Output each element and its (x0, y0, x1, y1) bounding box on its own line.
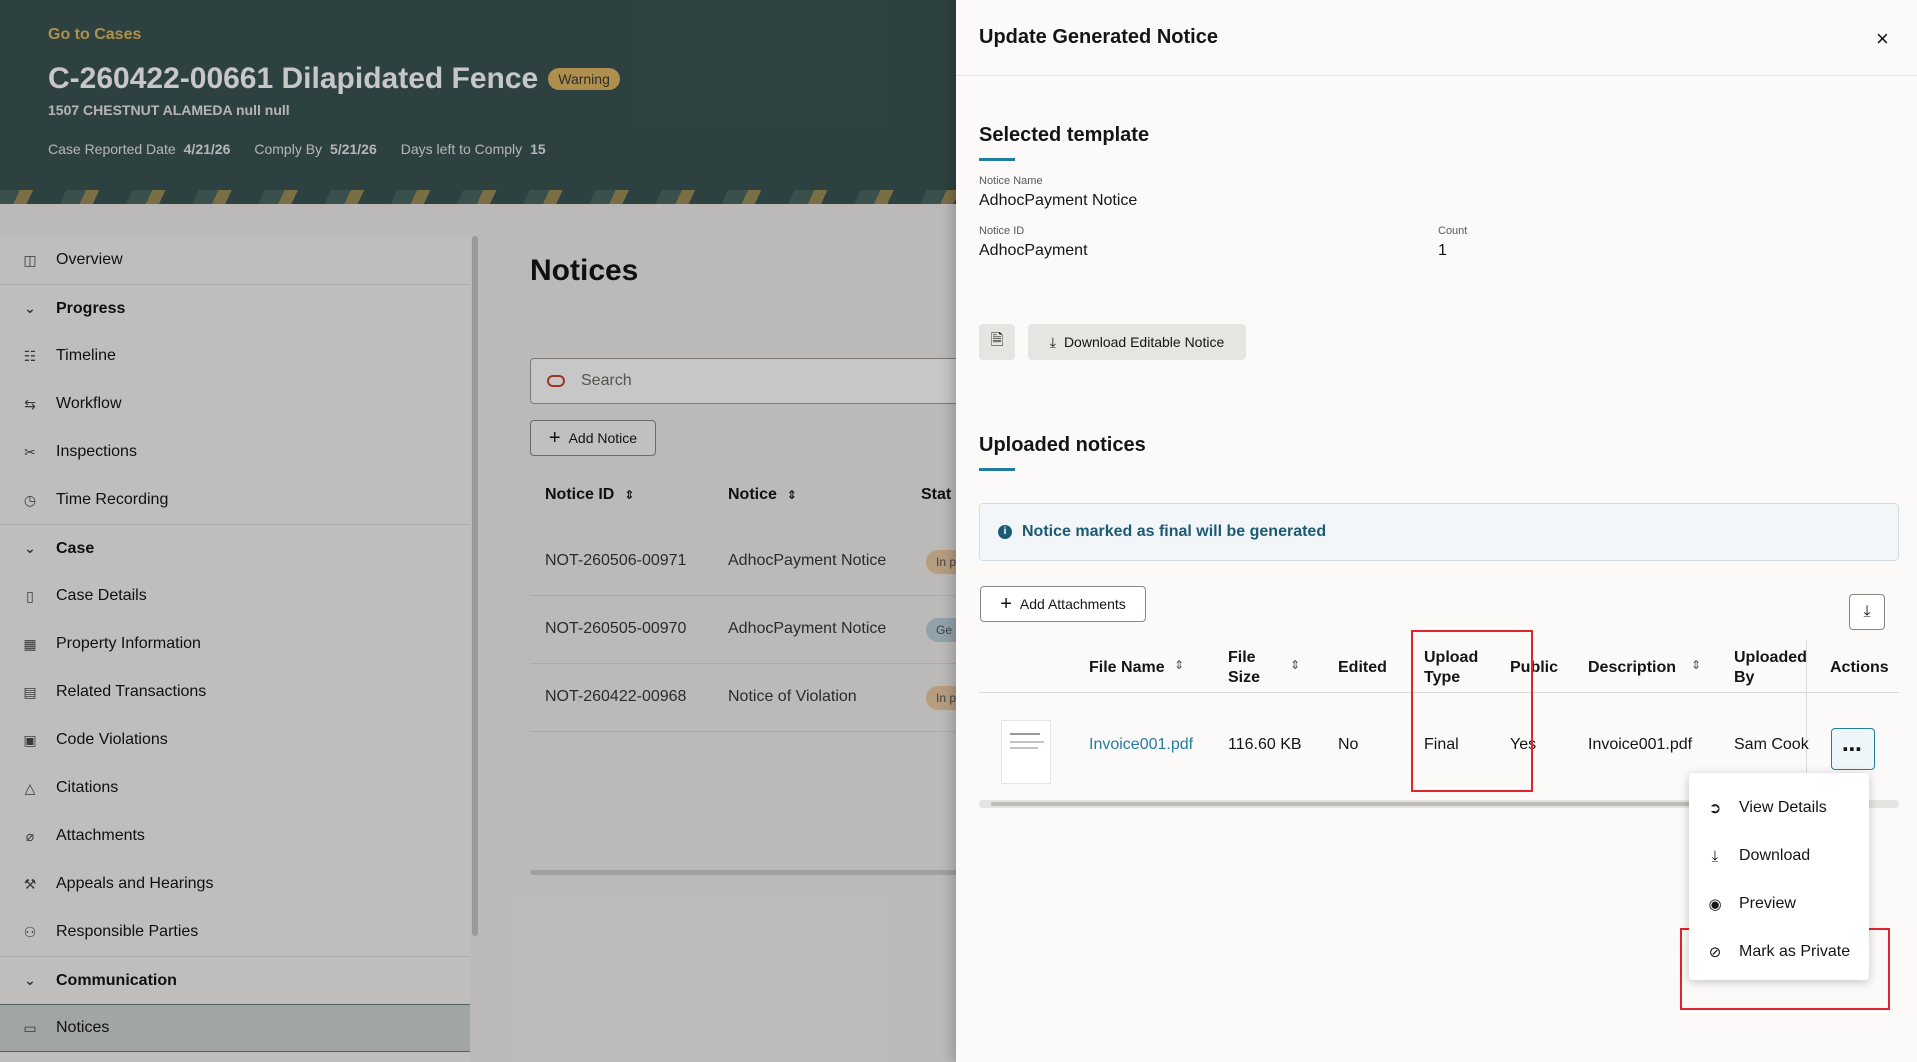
file-thumbnail[interactable] (1001, 720, 1051, 784)
update-notice-drawer: Update Generated Notice × Selected templ… (956, 0, 1917, 1062)
count-label: Count (1438, 225, 1468, 237)
edited-cell: No (1338, 736, 1359, 753)
arrow-circle-icon: ➲ (1708, 800, 1722, 817)
info-icon: i (998, 525, 1012, 539)
download-editable-notice-button[interactable]: ⤓ Download Editable Notice (1028, 324, 1246, 360)
notice-name-label: Notice Name (979, 175, 1043, 187)
notice-id-value: AdhocPayment (979, 242, 1088, 259)
download-icon: ⤓ (1711, 847, 1719, 865)
info-banner: i Notice marked as final will be generat… (979, 503, 1899, 561)
section-underline (979, 158, 1015, 161)
eye-icon: ◉ (1708, 896, 1722, 913)
modal-scrim[interactable] (0, 0, 956, 1062)
close-icon[interactable]: × (1876, 26, 1889, 52)
uploaded-notices-title: Uploaded notices (979, 434, 1146, 456)
eye-off-icon: ⊘ (1708, 944, 1722, 961)
column-header-description[interactable]: Description (1588, 658, 1676, 678)
menu-item-preview[interactable]: ◉ Preview (1689, 880, 1869, 928)
file-size-cell: 116.60 KB (1228, 736, 1302, 753)
sort-icon[interactable]: ⇕ (1290, 658, 1300, 672)
file-name-link[interactable]: Invoice001.pdf (1089, 736, 1193, 754)
column-header-file-name[interactable]: File Name (1089, 658, 1165, 678)
download-tray-icon: ⤓ (1863, 603, 1871, 620)
download-icon: ⤓ (1049, 333, 1056, 350)
sort-icon[interactable]: ⇕ (1174, 658, 1184, 672)
column-header-edited[interactable]: Edited (1338, 658, 1387, 678)
column-header-actions: Actions (1830, 659, 1889, 676)
column-header-file-size[interactable]: File Size (1228, 648, 1260, 688)
highlight-box-upload-public (1411, 630, 1533, 792)
description-cell: Invoice001.pdf (1588, 736, 1693, 753)
notice-name-value: AdhocPayment Notice (979, 192, 1138, 209)
document-settings-icon: 🗎 (990, 331, 1004, 349)
actions-menu: ➲ View Details ⤓ Download ◉ Preview ⊘ Mark a… (1689, 773, 1869, 980)
menu-item-download[interactable]: ⤓ Download (1689, 832, 1869, 880)
drawer-header: Update Generated Notice × (956, 0, 1917, 76)
column-header-uploaded-by[interactable]: Uploaded By (1734, 648, 1807, 688)
uploaded-by-cell: Sam Cook (1734, 736, 1809, 753)
export-button[interactable]: ⤓ (1849, 594, 1885, 630)
menu-item-view-details[interactable]: ➲ View Details (1689, 784, 1869, 832)
section-underline (979, 468, 1015, 471)
generate-notice-button[interactable]: 🗎 (979, 324, 1015, 360)
scrollbar-thumb[interactable] (991, 802, 1711, 806)
add-attachments-button[interactable]: + Add Attachments (980, 586, 1146, 622)
notice-id-label: Notice ID (979, 225, 1025, 237)
drawer-title: Update Generated Notice (979, 26, 1218, 48)
selected-template-title: Selected template (979, 124, 1150, 146)
more-actions-button[interactable]: ⋯ (1831, 728, 1875, 770)
sort-icon[interactable]: ⇕ (1691, 658, 1701, 672)
plus-icon: + (1000, 592, 1012, 615)
count-value: 1 (1438, 242, 1447, 259)
menu-item-mark-as-private[interactable]: ⊘ Mark as Private (1689, 928, 1869, 976)
